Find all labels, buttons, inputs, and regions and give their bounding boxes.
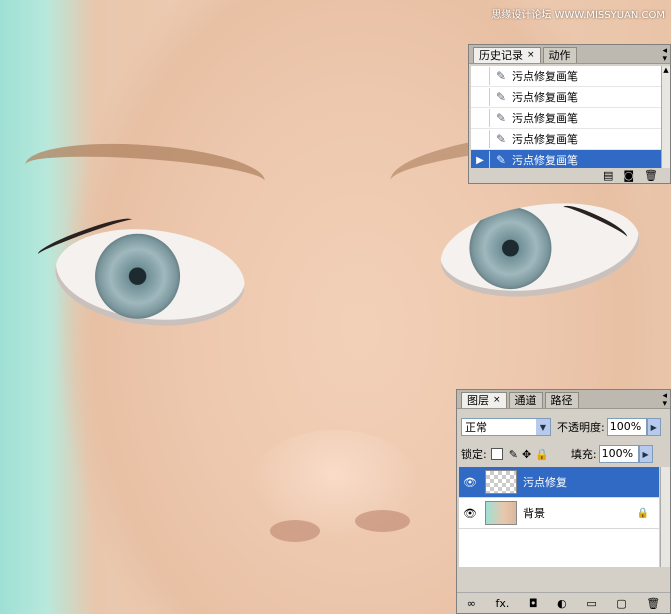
left-iris [90,229,185,323]
blend-mode-select[interactable]: 正常 ▼ [461,418,551,436]
history-list: ✎ 污点修复画笔 ✎ 污点修复画笔 ✎ 污点修复画笔 ✎ 污点修复画笔 ▶ ✎ … [471,66,661,168]
history-item-label: 污点修复画笔 [512,154,578,167]
layers-scrollbar[interactable] [660,467,670,567]
fx-icon[interactable]: fx. [495,597,509,610]
blend-mode-value: 正常 [465,421,487,434]
layer-thumbnail-photo [485,501,517,525]
link-layers-icon[interactable]: ∞ [467,597,476,610]
chevron-down-icon[interactable]: ▼ [536,419,550,435]
lock-icon: 🔒 [636,507,649,519]
history-state-slider-icon[interactable]: ▶ [471,151,490,168]
close-icon[interactable]: × [527,48,535,63]
tab-layers[interactable]: 图层 × [461,392,507,408]
history-tabs: 历史记录 × 动作 ◂ ▾ [469,45,670,64]
adjustment-layer-icon[interactable]: ◐ [557,597,567,610]
tab-history[interactable]: 历史记录 × [473,47,541,63]
tab-history-label: 历史记录 [479,49,523,62]
spot-healing-brush-icon: ✎ [495,69,507,83]
history-palette: 历史记录 × 动作 ◂ ▾ ✎ 污点修复画笔 ✎ 污点修复画笔 ✎ 污点修复画笔 … [468,44,671,184]
snapshot-source-box[interactable] [471,109,490,127]
snapshot-source-box[interactable] [471,130,490,148]
tab-actions[interactable]: 动作 [542,47,577,63]
history-item-label: 污点修复画笔 [512,112,578,125]
add-mask-icon[interactable]: ◘ [529,597,538,610]
spot-healing-brush-icon: ✎ [495,153,507,167]
palette-menu-icon[interactable]: ◂ ▾ [662,47,667,64]
history-item[interactable]: ✎ 污点修复画笔 [471,129,661,150]
snapshot-source-box[interactable] [471,67,490,85]
watermark: 思缘设计论坛 WWW.MISSYUAN.COM [491,10,665,21]
lock-position-icon[interactable]: ✥ [522,448,531,461]
lock-row: 锁定: ✎ ✥ 🔒 填充: 100% ▶ [461,443,668,465]
lock-label: 锁定: [461,448,487,461]
fill-input[interactable]: 100% [598,445,639,463]
lock-image-icon[interactable]: ✎ [509,448,518,461]
right-iris [464,201,557,295]
layers-footer: ∞ fx. ◘ ◐ ▭ ▢ 🗑 [457,592,670,613]
history-item-label: 污点修复画笔 [512,91,578,104]
lock-all-icon[interactable]: 🔒 [535,448,549,461]
layer-row-selected[interactable]: 👁 污点修复 [459,467,659,498]
history-item[interactable]: ✎ 污点修复画笔 [471,108,661,129]
palette-menu-icon[interactable]: ◂ ▾ [662,392,667,409]
history-item-label: 污点修复画笔 [512,133,578,146]
right-eye [434,191,646,309]
close-icon[interactable]: × [493,393,501,408]
fill-label: 填充: [570,448,597,461]
spot-healing-brush-icon: ✎ [495,90,507,104]
blend-row: 正常 ▼ 不透明度: 100% ▶ [461,416,668,438]
opacity-input[interactable]: 100% [606,418,647,436]
eye-visibility-icon[interactable]: 👁 [459,476,481,489]
new-document-from-state-icon[interactable]: ▤ [603,169,613,182]
new-group-icon[interactable]: ▭ [586,597,596,610]
history-item-selected[interactable]: ▶ ✎ 污点修复画笔 [471,150,661,168]
snapshot-source-box[interactable] [471,88,490,106]
tab-actions-label: 动作 [548,49,571,62]
right-nostril [355,510,410,532]
layer-row[interactable]: 👁 背景 🔒 [459,498,659,529]
left-eyebrow [23,136,267,210]
opacity-label: 不透明度: [557,421,605,434]
history-item[interactable]: ✎ 污点修复画笔 [471,66,661,87]
fill-slider-arrow-icon[interactable]: ▶ [638,445,653,463]
trash-icon[interactable]: 🗑 [646,597,660,610]
lock-transparent-icon[interactable] [490,448,503,460]
history-item[interactable]: ✎ 污点修复画笔 [471,87,661,108]
new-layer-icon[interactable]: ▢ [616,597,626,610]
left-nostril [270,520,320,542]
tab-layers-label: 图层 [467,394,489,407]
history-footer: ▤ ◙ 🗑 [469,167,670,183]
new-snapshot-icon[interactable]: ◙ [623,169,634,182]
layers-palette: 图层 × 通道 路径 ◂ ▾ 正常 ▼ 不透明度: 100% ▶ 锁定: ✎ ✥ … [456,389,671,614]
layer-thumbnail-transparent [485,470,517,494]
spot-healing-brush-icon: ✎ [495,132,507,146]
trash-icon[interactable]: 🗑 [644,169,658,182]
tab-paths[interactable]: 路径 [544,392,579,408]
tab-channels-label: 通道 [514,394,537,407]
scroll-up-icon[interactable]: ▲ [662,66,670,74]
layers-tabs: 图层 × 通道 路径 ◂ ▾ [457,390,670,409]
opacity-slider-arrow-icon[interactable]: ▶ [646,418,661,436]
history-item-label: 污点修复画笔 [512,70,578,83]
layer-name[interactable]: 背景 [523,505,637,521]
layer-list: 👁 污点修复 👁 背景 🔒 [459,467,659,567]
eye-visibility-icon[interactable]: 👁 [459,507,481,520]
history-scrollbar[interactable]: ▲ [661,66,670,168]
spot-healing-brush-icon: ✎ [495,111,507,125]
layer-name[interactable]: 污点修复 [523,474,659,490]
tab-channels[interactable]: 通道 [508,392,543,408]
tab-paths-label: 路径 [550,394,573,407]
